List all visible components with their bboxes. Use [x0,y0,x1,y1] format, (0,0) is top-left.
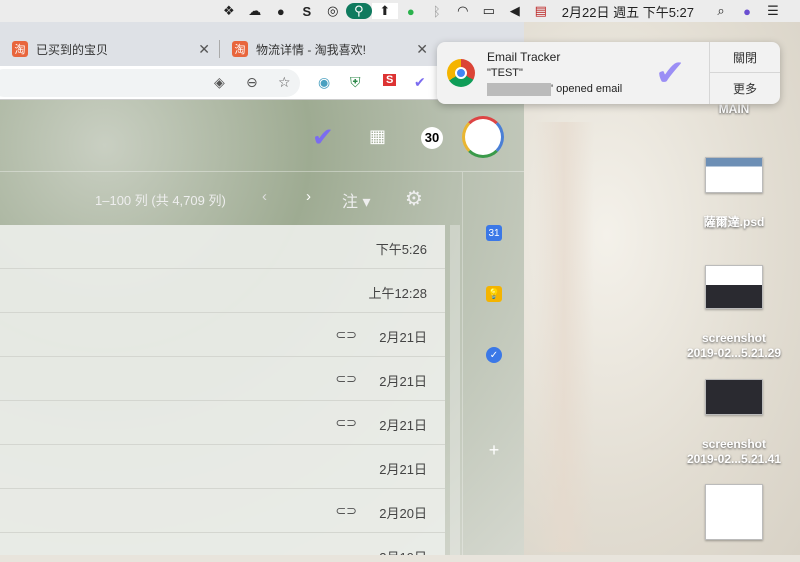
file-thumbnail [705,157,763,193]
cloud-icon[interactable]: ☁ [242,3,268,19]
search-icon[interactable]: ⌕ [708,3,734,19]
prev-page-icon[interactable]: ‹ [262,188,267,205]
tab-purchased[interactable]: 淘已买到的宝贝 ✕ [0,32,218,66]
taobao-icon: 淘 [232,41,248,57]
notification[interactable]: Email Tracker "TEST" ' opened email ✔ 關閉… [437,42,780,104]
desktop-item-main[interactable]: MAIN [679,102,789,117]
attachment-icon: ⊂⊃ [335,371,357,386]
notification-center-icon[interactable]: ☰ [760,3,786,19]
attachment-icon: ⊂⊃ [335,327,357,342]
email-tracker-logo-icon: ✔ [655,52,686,93]
close-icon[interactable]: ✕ [416,41,428,58]
dropbox-icon[interactable]: ❖ [216,3,242,19]
clock[interactable]: 2月22日 週五 下午5:27 [562,2,694,21]
email-tracker-extension-icon[interactable]: ✔ [414,74,426,91]
mail-date: 下午5:26 [375,242,427,257]
mail-row[interactable]: ⊂⊃ 2月21日 [0,401,445,445]
extension-owl-icon[interactable]: ◉ [318,74,330,91]
chrome-icon [447,59,475,87]
upload-icon[interactable]: ⬆ [371,3,398,19]
redacted-sender [487,82,551,96]
keyhole-icon[interactable]: ⚲ [345,3,372,19]
mail-row[interactable]: ⊂⊃ 2月21日 [0,357,445,401]
desktop-item-psd[interactable]: 薩爾達.psd [679,157,789,230]
pagination-label: 1–100 列 (共 4,709 列) [95,193,226,208]
mail-row[interactable]: 2月19日 [0,533,445,555]
mail-date: 2月20日 [379,506,427,521]
file-thumbnail [705,484,763,540]
item-label: screenshot 2019-02...5.21.41 [686,437,782,466]
tab-title: 物流详情 - 淘我喜欢! [256,42,366,57]
notification-body: ' opened email [551,83,623,95]
scrollbar[interactable] [450,225,460,555]
bookmark-star-icon[interactable]: ☆ [278,74,291,91]
airplay-icon[interactable]: ▭ [476,3,502,19]
flag-icon[interactable]: ▤ [528,3,554,19]
mail-row[interactable]: ⊂⊃ 2月21日 [0,313,445,357]
close-button[interactable]: 關閉 [710,42,780,73]
email-tracker-icon[interactable]: ✔ [312,122,334,153]
input-tools-button[interactable]: 注 ▾ [342,188,371,212]
desktop-item-screenshot-2[interactable]: screenshot 2019-02...5.21.41 [679,379,789,467]
mail-date: 2月21日 [379,418,427,433]
bomb-icon[interactable]: ● [268,4,294,19]
taobao-icon: 淘 [12,41,28,57]
mail-date: 2月21日 [379,374,427,389]
item-label: 薩爾達.psd [703,215,765,229]
s-icon[interactable]: S [294,4,320,19]
item-label: MAIN [718,102,750,116]
creative-cloud-icon[interactable]: ◎ [320,3,346,19]
tab-title: 已买到的宝贝 [36,42,109,57]
extension-s-icon[interactable]: S [383,74,397,86]
mail-list: 下午5:26 上午12:28 ⊂⊃ 2月21日 ⊂⊃ 2月21日 ⊂⊃ 2月21日 2月21日 ⊂… [0,225,445,555]
extension-diamond-icon[interactable]: ◈ [214,74,225,91]
tasks-icon[interactable]: ✓ [486,347,502,363]
extension-shield-icon[interactable]: ⛨ [350,74,361,91]
next-page-icon[interactable]: › [306,188,311,205]
mail-date: 2月21日 [379,330,427,345]
avatar[interactable] [462,116,504,158]
notification-subject: "TEST" [487,67,523,79]
gmail-view: ✔ ▦ 30 1–100 列 (共 4,709 列) ‹ › 注 ▾ ⚙ 下午5… [0,100,524,555]
notification-title: Email Tracker [487,50,561,64]
item-label: screenshot 2019-02...5.21.29 [686,331,782,360]
mail-row[interactable]: 2月21日 [0,445,445,489]
desktop-item-screenshot-1[interactable]: screenshot 2019-02...5.21.29 [679,265,789,361]
side-panel: 31 💡 ✓ + [462,172,524,555]
more-button[interactable]: 更多 [710,73,780,104]
line-icon[interactable]: ● [398,4,424,19]
siri-icon[interactable]: ● [734,4,760,19]
tab-logistics[interactable]: 淘物流详情 - 淘我喜欢! ✕ [220,32,436,66]
add-addon-icon[interactable]: + [486,440,502,460]
volume-icon[interactable]: ◀ [502,3,528,19]
menu-bar: ❖ ☁ ● S ◎ ⚲ ⬆ ● ᛒ ◠ ▭ ◀ ▤ 2月22日 週五 下午5:2… [0,0,800,22]
bluetooth-icon[interactable]: ᛒ [424,4,450,19]
mail-date: 上午12:28 [368,286,427,301]
mail-date: 2月19日 [379,547,427,555]
calendar-icon[interactable]: 31 [486,225,502,241]
wifi-icon[interactable]: ◠ [450,3,476,19]
mail-date: 2月21日 [379,462,427,477]
mail-row[interactable]: 下午5:26 [0,225,445,269]
settings-gear-icon[interactable]: ⚙ [405,186,423,211]
attachment-icon: ⊂⊃ [335,503,357,518]
apps-grid-icon[interactable]: ▦ [369,126,386,147]
keep-icon[interactable]: 💡 [486,286,502,302]
file-thumbnail [705,379,763,415]
file-thumbnail [705,265,763,309]
mail-row[interactable]: 上午12:28 [0,269,445,313]
mail-row[interactable]: ⊂⊃ 2月20日 [0,489,445,533]
close-icon[interactable]: ✕ [198,41,210,58]
lang-label: 注 [342,194,359,211]
notification-badge[interactable]: 30 [421,127,443,149]
desktop-item-screenshot-3[interactable] [679,484,789,562]
zoom-icon[interactable]: ⊖ [246,74,258,91]
attachment-icon: ⊂⊃ [335,415,357,430]
